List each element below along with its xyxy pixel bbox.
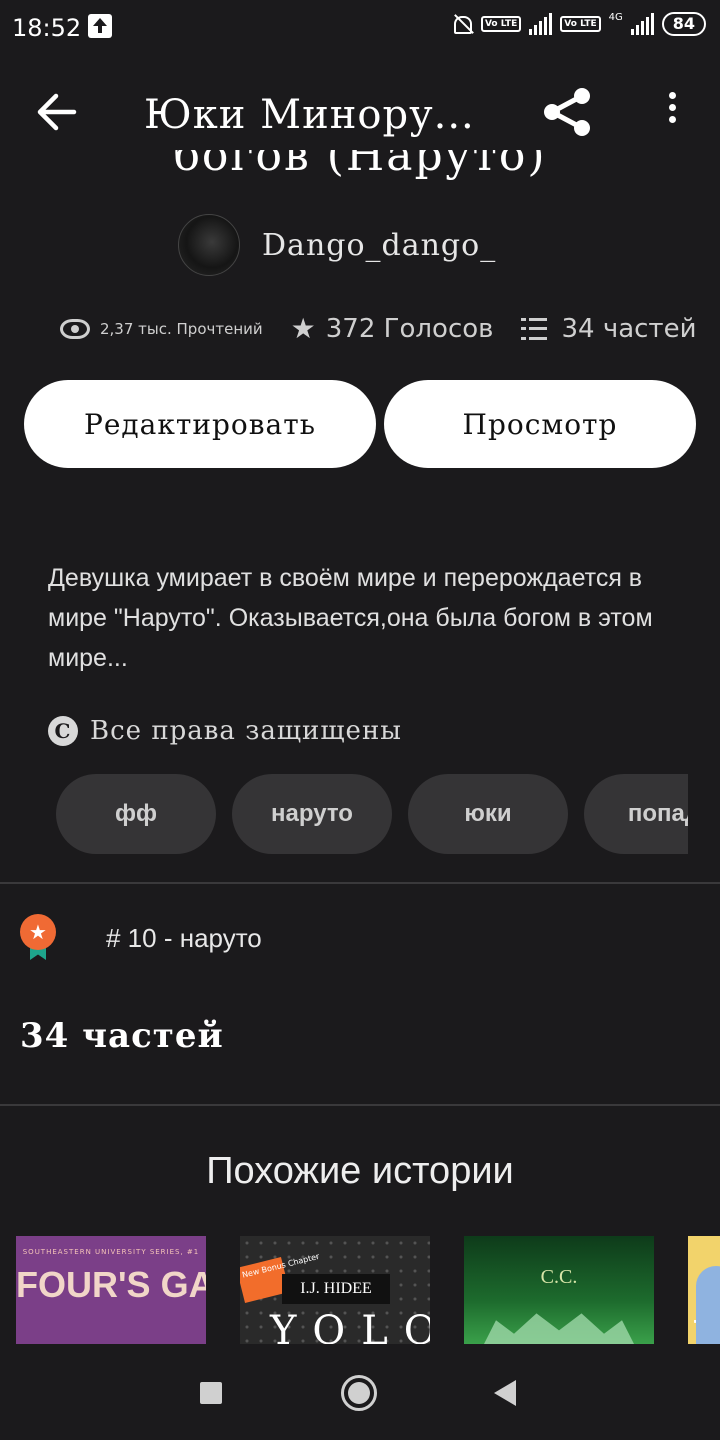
copyright-row: C Все права защищены <box>48 716 402 746</box>
similar-stories-list: SOUTHEASTERN UNIVERSITY SERIES, #1 FOUR'… <box>16 1236 720 1344</box>
signal-icon <box>529 13 553 35</box>
recents-button[interactable] <box>200 1382 222 1404</box>
story-title-text: богов (Наруто) <box>173 150 547 181</box>
eye-icon <box>60 318 90 339</box>
upload-icon <box>88 14 112 38</box>
cover-author: C.C. <box>540 1266 578 1288</box>
star-icon: ★ <box>290 312 316 345</box>
status-bar: 18:52 Vo LTE Vo LTE 4G 84 <box>0 0 720 56</box>
muted-bell-icon <box>451 13 473 35</box>
signal-icon-2 <box>630 13 654 35</box>
more-vert-icon[interactable] <box>664 92 680 132</box>
list-icon <box>521 317 548 340</box>
view-button[interactable]: Просмотр <box>384 380 696 468</box>
arrow-left-icon[interactable] <box>34 92 78 132</box>
cover-title: YOLO <box>270 1308 430 1344</box>
status-time: 18:52 <box>12 14 82 42</box>
share-icon[interactable] <box>540 86 596 138</box>
story-cover[interactable]: New Bonus Chapter I.J. HIDEE YOLO <box>240 1236 430 1344</box>
story-title-fragment: богов (Наруто) <box>0 150 720 186</box>
author-row[interactable]: Dango_dango_ <box>178 214 496 276</box>
battery-indicator: 84 <box>661 12 706 36</box>
cover-title: TH <box>694 1316 720 1340</box>
page-title: Юки Минору... <box>144 92 475 138</box>
rank-row[interactable]: ★ # 10 - наруто <box>20 914 262 962</box>
status-icons: Vo LTE Vo LTE 4G 84 <box>451 12 706 36</box>
cover-title: FOUR'S GAME <box>16 1264 206 1305</box>
cover-author: I.J. HIDEE <box>282 1274 390 1304</box>
parts-count: 34 частей <box>561 313 697 344</box>
volte-badge: Vo LTE <box>480 16 522 32</box>
story-stats: 2,37 тыс. Прочтений ★ 372 Голосов 34 час… <box>60 312 696 345</box>
back-button[interactable] <box>494 1380 516 1406</box>
similar-stories-heading: Похожие истории <box>206 1150 514 1192</box>
divider <box>0 1104 720 1106</box>
volte-badge-2: Vo LTE <box>560 16 601 32</box>
votes-count: 372 Голосов <box>325 313 494 344</box>
tag-list: ффнарутоюкипопад <box>56 774 688 854</box>
divider <box>0 882 720 884</box>
system-nav-bar <box>0 1344 720 1440</box>
copyright-icon: C <box>48 716 78 746</box>
author-name[interactable]: Dango_dango_ <box>262 228 496 263</box>
edit-button[interactable]: Редактировать <box>24 380 376 468</box>
story-cover[interactable]: C.C. <box>464 1236 654 1344</box>
network-gen: 4G <box>608 12 623 23</box>
copyright-text: Все права защищены <box>90 716 402 746</box>
tag-chip[interactable]: фф <box>56 774 216 854</box>
crown-illustration <box>484 1313 634 1344</box>
story-cover[interactable]: SOUTHEASTERN UNIVERSITY SERIES, #1 FOUR'… <box>16 1236 206 1344</box>
story-cover[interactable]: TH <box>688 1236 720 1344</box>
tag-chip[interactable]: наруто <box>232 774 392 854</box>
tag-chip[interactable]: юки <box>408 774 568 854</box>
story-description: Девушка умирает в своём мире и перерожда… <box>48 564 653 672</box>
cover-series: SOUTHEASTERN UNIVERSITY SERIES, #1 <box>22 1248 200 1256</box>
reads-count: 2,37 тыс. Прочтений <box>100 319 263 338</box>
tag-chip[interactable]: попад <box>584 774 688 854</box>
rank-text[interactable]: # 10 - наруто <box>106 923 262 954</box>
parts-heading[interactable]: 34 частей <box>20 1016 224 1056</box>
avatar[interactable] <box>178 214 240 276</box>
medal-icon: ★ <box>20 914 56 962</box>
home-button[interactable] <box>341 1375 377 1411</box>
